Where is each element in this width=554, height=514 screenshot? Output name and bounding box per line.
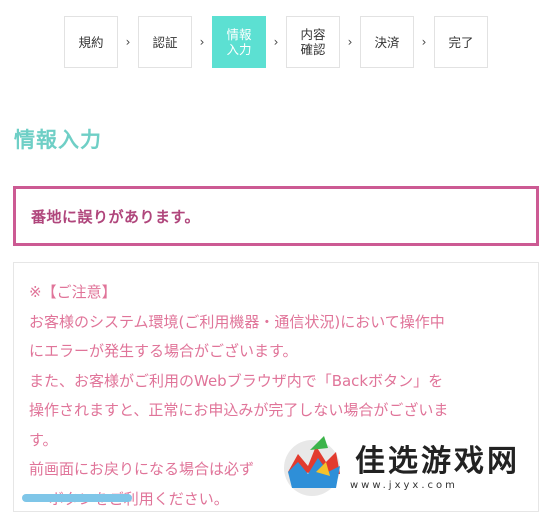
step-auth: 認証 — [138, 16, 192, 68]
page-title: 情報入力 — [14, 124, 102, 154]
step-arrow-icon: › — [340, 35, 360, 49]
step-confirm-label: 内容 確認 — [300, 27, 325, 57]
step-arrow-icon: › — [118, 35, 138, 49]
error-alert: 番地に誤りがあります。 — [13, 186, 539, 246]
step-terms-label: 規約 — [78, 35, 103, 50]
step-terms: 規約 — [64, 16, 118, 68]
notice-line: 操作されますと、正常にお申込みが完了しない場合がございま — [29, 396, 528, 426]
step-progress: 規約 › 認証 › 情報 入力 › 内容 確認 › 決済 › 完了 — [64, 16, 488, 68]
watermark-title: 佳选游戏网 — [355, 436, 520, 480]
step-payment: 決済 — [360, 16, 414, 68]
notice-line: また、お客様がご利用のWebブラウザ内で「Backボタン」を — [29, 367, 528, 397]
notice-line: お客様のシステム環境(ご利用機器・通信状況)において操作中 — [29, 308, 528, 338]
step-arrow-icon: › — [266, 35, 286, 49]
step-payment-label: 決済 — [374, 35, 399, 50]
step-arrow-icon: › — [192, 35, 212, 49]
step-confirm: 内容 確認 — [286, 16, 340, 68]
step-info-input: 情報 入力 — [212, 16, 266, 68]
step-complete: 完了 — [434, 16, 488, 68]
notice-line: にエラーが発生する場合がございます。 — [29, 337, 528, 367]
watermark: 佳选游戏网 www.jxyx.com — [280, 432, 550, 500]
watermark-logo-icon — [280, 432, 354, 500]
error-message: 番地に誤りがあります。 — [31, 206, 200, 227]
notice-heading: ※【ご注意】 — [29, 278, 528, 308]
watermark-url: www.jxyx.com — [350, 480, 458, 491]
step-complete-label: 完了 — [448, 35, 473, 50]
step-arrow-icon: › — [414, 35, 434, 49]
scroll-indicator — [22, 494, 132, 502]
step-info-input-label: 情報 入力 — [226, 27, 251, 57]
step-auth-label: 認証 — [152, 35, 177, 50]
